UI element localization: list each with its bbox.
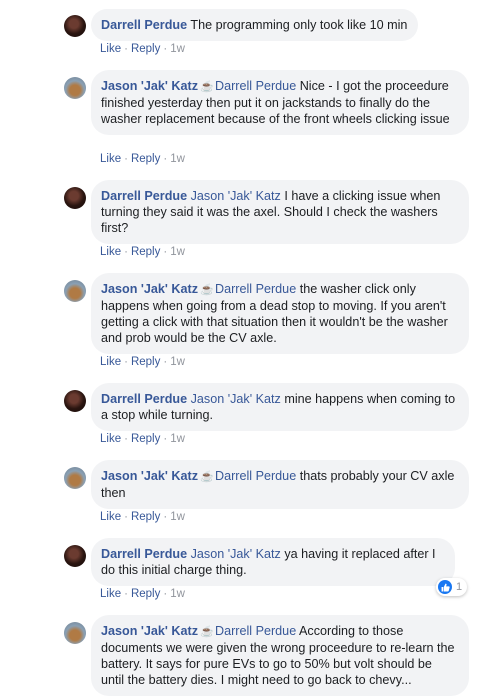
mention-link[interactable]: Jason 'Jak' Katz xyxy=(191,189,281,203)
comment-author[interactable]: Darrell Perdue xyxy=(101,18,187,32)
comment-bubble: Jason 'Jak' Katz ☕Darrell Perdue the wash… xyxy=(91,273,469,354)
separator: · xyxy=(124,356,128,368)
avatar[interactable] xyxy=(64,622,86,644)
separator: · xyxy=(163,43,168,55)
separator: · xyxy=(124,153,128,165)
reply-link[interactable]: Reply xyxy=(131,153,160,165)
reply-link[interactable]: Reply xyxy=(131,511,160,523)
coffee-cup-icon: ☕ xyxy=(200,626,214,638)
reaction-count-badge[interactable]: 1 xyxy=(436,578,468,596)
avatar[interactable] xyxy=(64,467,86,489)
like-link[interactable]: Like xyxy=(100,153,121,165)
separator: · xyxy=(124,511,128,523)
thumbs-up-icon xyxy=(438,580,452,594)
reaction-count: 1 xyxy=(456,581,463,593)
avatar[interactable] xyxy=(64,390,86,412)
timestamp[interactable]: 1w xyxy=(170,433,185,445)
comment-bubble: Darrell Perdue The programming only took… xyxy=(91,9,419,41)
comment-author[interactable]: Jason 'Jak' Katz xyxy=(101,624,198,638)
comment-bubble: Darrell Perdue Jason 'Jak' Katz ya havin… xyxy=(91,538,455,586)
like-link[interactable]: Like xyxy=(100,43,121,55)
avatar[interactable] xyxy=(64,15,86,37)
comment-bubble: Darrell Perdue Jason 'Jak' Katz mine hap… xyxy=(91,383,469,431)
mention-link[interactable]: Jason 'Jak' Katz xyxy=(191,392,281,406)
like-link[interactable]: Like xyxy=(100,511,121,523)
separator: · xyxy=(163,511,168,523)
comment-actions: Like · Reply · 1w xyxy=(100,433,185,445)
comment-actions: Like · Reply · 1w xyxy=(100,153,185,165)
separator: · xyxy=(163,588,168,600)
mention-link[interactable]: Darrell Perdue xyxy=(215,282,296,296)
separator: · xyxy=(163,246,168,258)
reply-link[interactable]: Reply xyxy=(131,588,160,600)
separator: · xyxy=(124,433,128,445)
comment-bubble: Jason 'Jak' Katz ☕Darrell Perdue Nice - I… xyxy=(91,70,469,135)
comment-bubble: Darrell Perdue Jason 'Jak' Katz I have a… xyxy=(91,180,469,244)
coffee-cup-icon: ☕ xyxy=(200,284,214,296)
reply-link[interactable]: Reply xyxy=(131,43,160,55)
comment-actions: Like · Reply · 1w xyxy=(100,356,185,368)
like-link[interactable]: Like xyxy=(100,246,121,258)
separator: · xyxy=(163,433,168,445)
timestamp[interactable]: 1w xyxy=(170,246,185,258)
comment-author[interactable]: Darrell Perdue xyxy=(101,392,187,406)
separator: · xyxy=(163,356,168,368)
like-link[interactable]: Like xyxy=(100,356,121,368)
separator: · xyxy=(163,153,168,165)
timestamp[interactable]: 1w xyxy=(170,588,185,600)
mention-link[interactable]: Darrell Perdue xyxy=(215,79,296,93)
reply-link[interactable]: Reply xyxy=(131,356,160,368)
coffee-cup-icon: ☕ xyxy=(200,81,214,93)
comment-actions: Like · Reply · 1w xyxy=(100,43,185,55)
avatar[interactable] xyxy=(64,187,86,209)
comment-author[interactable]: Jason 'Jak' Katz xyxy=(101,282,198,296)
timestamp[interactable]: 1w xyxy=(170,356,185,368)
comment-author[interactable]: Jason 'Jak' Katz xyxy=(101,79,198,93)
like-link[interactable]: Like xyxy=(100,588,121,600)
comment-author[interactable]: Jason 'Jak' Katz xyxy=(101,469,198,483)
separator: · xyxy=(124,588,128,600)
mention-link[interactable]: Darrell Perdue xyxy=(215,624,296,638)
like-link[interactable]: Like xyxy=(100,433,121,445)
comment-actions: Like · Reply · 1w xyxy=(100,588,185,600)
comment-actions: Like · Reply · 1w xyxy=(100,246,185,258)
avatar[interactable] xyxy=(64,77,86,99)
mention-link[interactable]: Jason 'Jak' Katz xyxy=(191,547,281,561)
timestamp[interactable]: 1w xyxy=(170,153,185,165)
avatar[interactable] xyxy=(64,545,86,567)
timestamp[interactable]: 1w xyxy=(170,511,185,523)
separator: · xyxy=(124,246,128,258)
timestamp[interactable]: 1w xyxy=(170,43,185,55)
coffee-cup-icon: ☕ xyxy=(200,471,214,483)
comment-actions: Like · Reply · 1w xyxy=(100,511,185,523)
comment-bubble: Jason 'Jak' Katz ☕Darrell Perdue Accordin… xyxy=(91,615,469,696)
comment-bubble: Jason 'Jak' Katz ☕Darrell Perdue thats pr… xyxy=(91,460,469,509)
comment-author[interactable]: Darrell Perdue xyxy=(101,547,187,561)
avatar[interactable] xyxy=(64,280,86,302)
separator: · xyxy=(124,43,128,55)
reply-link[interactable]: Reply xyxy=(131,246,160,258)
comment-thread: Darrell Perdue The programming only took… xyxy=(0,0,501,697)
mention-link[interactable]: Darrell Perdue xyxy=(215,469,296,483)
comment-author[interactable]: Darrell Perdue xyxy=(101,189,187,203)
reply-link[interactable]: Reply xyxy=(131,433,160,445)
comment-text: The programming only took like 10 min xyxy=(190,18,408,32)
